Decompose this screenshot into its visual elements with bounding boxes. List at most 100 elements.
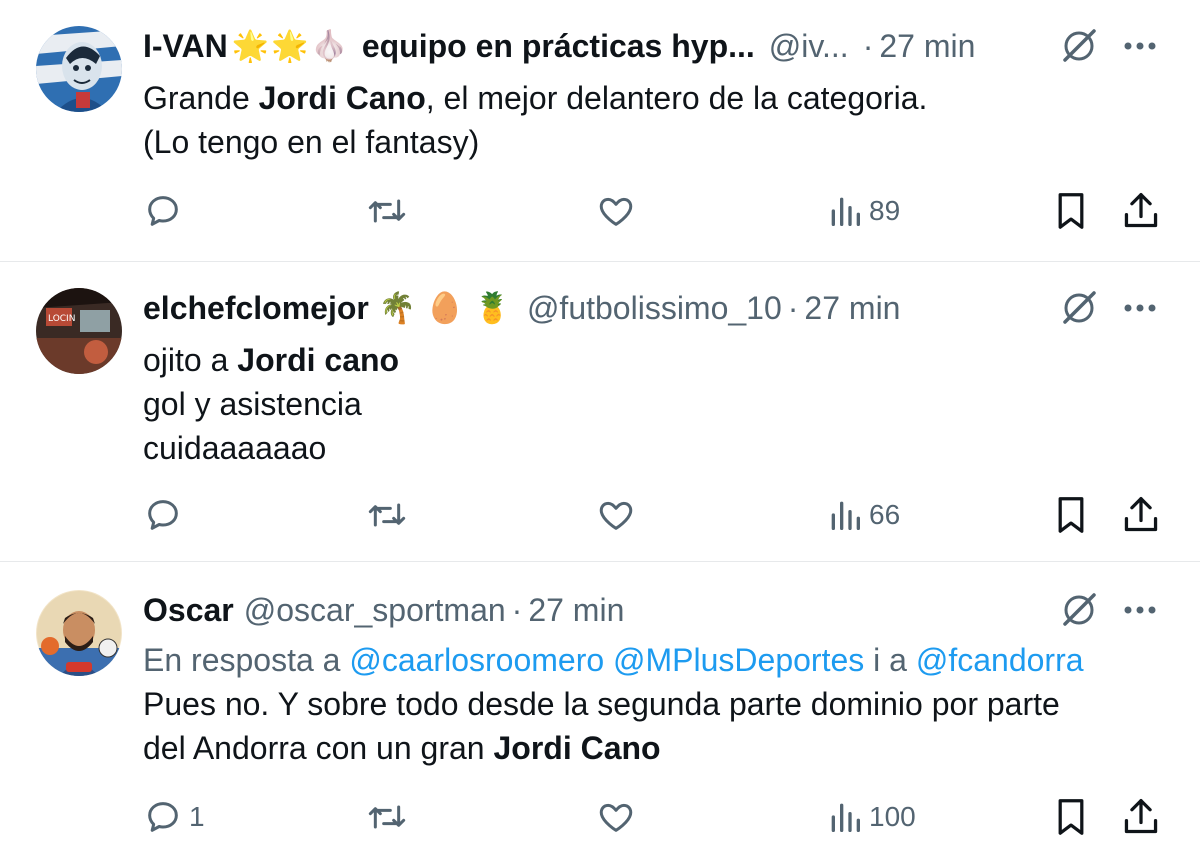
view-count: 66 [869,499,901,530]
retweet-icon [368,503,406,527]
star-badge-icon: 🌟 [231,29,270,63]
retweet-button[interactable] [365,188,409,234]
affiliation-label[interactable]: equipo en prácticas hyp... [362,28,755,65]
share-button[interactable] [1121,794,1161,840]
tweet-text: En resposta a @caarlosroomero @MPlusDepo… [143,638,1160,770]
tweet-header: elchefclomejor 🌴 🥚 🍍 @futbolissimo_10 · … [143,286,1160,330]
grok-icon[interactable] [1056,285,1102,331]
views-icon [831,197,860,226]
reply-feed: I-VAN 🌟 🌟 🧄 equipo en prácticas hyp... @… [0,0,1200,868]
display-name[interactable]: I-VAN [143,28,228,65]
timestamp[interactable]: 27 min [879,28,975,65]
mention-link[interactable]: @MPlusDeportes [613,642,864,678]
reply-button[interactable] [143,188,189,234]
timestamp[interactable]: 27 min [804,290,900,327]
bookmark-icon [1058,497,1084,533]
retweet-button[interactable] [365,492,409,538]
text-line: del Andorra con un gran Jordi Cano [143,730,661,766]
timestamp[interactable]: 27 min [528,592,624,629]
text-line: gol y asistencia [143,386,362,422]
avatar[interactable]: LOCIN [36,288,122,374]
tweet-text: ojito a Jordi cano gol y asistencia cuid… [143,338,1160,470]
like-button[interactable] [595,188,637,234]
reply-context: En resposta a @caarlosroomero @MPlusDepo… [143,638,1160,682]
share-icon [1124,497,1158,532]
bookmark-button[interactable] [1053,794,1089,840]
view-count: 100 [869,801,916,832]
tweet[interactable]: I-VAN 🌟 🌟 🧄 equipo en prácticas hyp... @… [0,0,1200,262]
like-button[interactable] [595,794,637,840]
views-button[interactable]: 100 [827,794,916,840]
palm-badge-icon: 🌴 [378,291,417,325]
share-button[interactable] [1121,188,1161,234]
bookmark-button[interactable] [1053,188,1089,234]
separator-dot: · [862,27,874,64]
avatar[interactable] [36,26,122,112]
reply-joiner: i a [873,642,907,678]
tweet-header: I-VAN 🌟 🌟 🧄 equipo en prácticas hyp... @… [143,24,1160,68]
text-line: Pues no. Y sobre todo desde la segunda p… [143,686,1060,722]
views-button[interactable]: 89 [827,188,900,234]
reply-prefix: En resposta a [143,642,341,678]
svg-text:LOCIN: LOCIN [48,314,75,324]
text-line: Grande Jordi Cano, el mejor delantero de… [143,80,928,116]
name-badges: 🌟 🌟 🧄 [232,29,350,64]
retweet-icon [368,805,406,829]
like-button[interactable] [595,492,637,538]
user-handle[interactable]: @iv... [769,28,849,65]
reply-icon [148,196,178,226]
bookmark-icon [1058,799,1084,835]
tweet-actions: 66 [143,492,1173,538]
reply-count: 1 [189,801,205,832]
heart-icon [599,803,633,832]
grok-icon[interactable] [1056,23,1102,69]
tweet-text: Grande Jordi Cano, el mejor delantero de… [143,76,1160,164]
bold-text: Jordi Cano [258,80,426,116]
retweet-button[interactable] [365,794,409,840]
user-handle[interactable]: @oscar_sportman [244,592,506,629]
share-icon [1124,193,1158,228]
pineapple-badge-icon: 🍍 [473,291,511,325]
heart-icon [599,197,633,226]
garlic-badge-icon: 🧄 [310,29,348,63]
separator-dot: · [511,591,523,628]
tweet-actions: 1 100 [143,794,1173,840]
more-icon[interactable] [1120,590,1160,630]
grok-icon[interactable] [1056,587,1102,633]
display-name[interactable]: elchefclomejor [143,290,369,327]
more-icon[interactable] [1120,288,1160,328]
mention-link[interactable]: @fcandorra [916,642,1084,678]
bold-text: Jordi Cano [493,730,661,766]
retweet-icon [368,199,406,223]
display-name[interactable]: Oscar [143,592,234,629]
bookmark-button[interactable] [1053,492,1089,538]
text-line: (Lo tengo en el fantasy) [143,124,480,160]
avatar[interactable] [36,590,122,676]
view-count: 89 [869,195,901,226]
more-icon[interactable] [1120,26,1160,66]
views-button[interactable]: 66 [827,492,900,538]
name-badges: 🌴 🥚 🍍 [379,291,513,326]
share-icon [1124,799,1158,834]
reply-icon [148,802,178,832]
reply-button[interactable] [143,492,189,538]
tweet-header: Oscar @oscar_sportman · 27 min [143,588,1160,632]
user-handle[interactable]: @futbolissimo_10 [527,290,782,327]
bookmark-icon [1058,193,1084,229]
egg-badge-icon: 🥚 [426,291,464,325]
bold-text: Jordi cano [237,342,400,378]
share-button[interactable] [1121,492,1161,538]
mention-link[interactable]: @caarlosroomero [349,642,604,678]
tweet[interactable]: LOCIN elchefclomejor 🌴 🥚 🍍 @futbolissimo… [0,262,1200,562]
reply-icon [148,500,178,530]
separator-dot: · [787,289,799,326]
star-badge-icon: 🌟 [271,29,309,63]
tweet-actions: 89 [143,188,1173,234]
text-line: ojito a Jordi cano [143,342,400,378]
views-icon [831,501,860,530]
views-icon [831,803,860,832]
heart-icon [599,501,633,530]
reply-button[interactable]: 1 [143,794,205,840]
text-line: cuidaaaaaao [143,430,327,466]
tweet[interactable]: Oscar @oscar_sportman · 27 min En respos… [0,562,1200,868]
